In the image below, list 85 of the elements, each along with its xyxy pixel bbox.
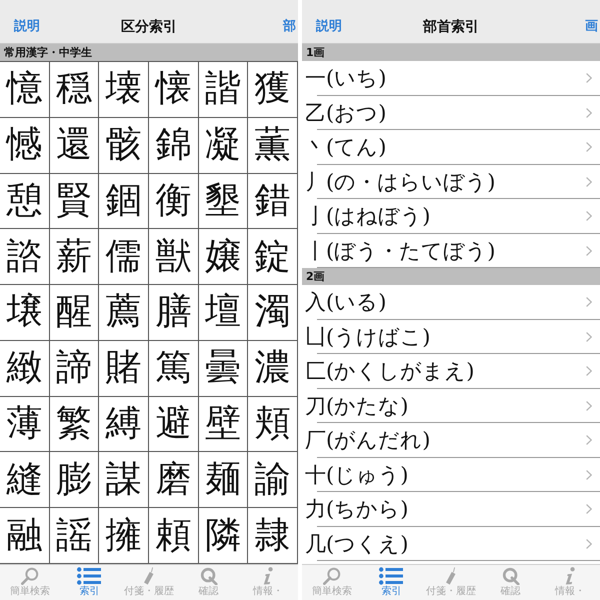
kanji-cell[interactable]: 薪 [50, 229, 100, 286]
kanji-cell[interactable]: 壌 [0, 285, 50, 341]
kanji-cell[interactable]: 諮 [0, 229, 50, 286]
search-icon [322, 567, 341, 585]
search-icon [20, 567, 39, 585]
kanji-cell[interactable]: 諧 [198, 62, 248, 118]
chevron-icon [586, 142, 592, 152]
chevron-icon [586, 297, 592, 308]
kanji-cell[interactable]: 隷 [248, 508, 298, 564]
kanji-cell[interactable]: 避 [149, 396, 199, 452]
kanji-cell[interactable]: 憩 [0, 174, 50, 230]
kanji-cell[interactable]: 薫 [248, 118, 298, 174]
kanji-cell[interactable]: 憾 [0, 118, 50, 174]
kanji-cell[interactable]: 賭 [99, 340, 149, 397]
kanji-cell[interactable]: 獣 [149, 229, 199, 286]
kanji-cell[interactable]: 濃 [248, 340, 298, 397]
kanji-cell[interactable]: 頬 [248, 396, 298, 452]
kanji-cell[interactable]: 融 [0, 508, 50, 564]
kanji-cell[interactable]: 衡 [149, 174, 199, 230]
kanji-cell[interactable]: 錠 [248, 229, 298, 286]
chevron-icon [586, 176, 592, 187]
kanji-cell[interactable]: 錮 [99, 174, 149, 230]
list-icon [379, 567, 404, 585]
kanji-cell[interactable]: 壊 [99, 62, 149, 118]
kanji-cell[interactable]: 篤 [149, 340, 199, 397]
kanji-cell[interactable]: 穏 [50, 62, 100, 118]
kanji-cell[interactable]: 膳 [149, 285, 199, 341]
kanji-cell[interactable]: 隣 [198, 508, 248, 564]
chevron-icon [586, 366, 592, 376]
kanji-cell[interactable]: 磨 [149, 452, 199, 508]
section-header: 2画 [302, 268, 600, 285]
info-icon [564, 567, 576, 585]
kanji-cell[interactable]: 縛 [99, 396, 149, 452]
chevron-icon [586, 73, 592, 84]
kanji-cell[interactable]: 諭 [248, 452, 298, 508]
chevron-icon [586, 435, 592, 446]
kanji-cell[interactable]: 壇 [198, 285, 248, 341]
chevron-icon [586, 108, 592, 118]
screen-title: 区分索引 [121, 18, 177, 36]
kanji-cell[interactable]: 憶 [0, 62, 50, 118]
kanji-cell[interactable]: 緻 [0, 340, 50, 397]
kanji-cell[interactable]: 縫 [0, 452, 50, 508]
kanji-cell[interactable]: 曇 [198, 340, 248, 397]
kanji-cell[interactable]: 薄 [0, 396, 50, 452]
kanji-cell[interactable]: 獲 [248, 62, 298, 118]
q-icon [502, 567, 520, 585]
kanji-cell[interactable]: 賢 [50, 174, 100, 230]
kanji-cell[interactable]: 骸 [99, 118, 149, 174]
kanji-cell[interactable]: 麺 [198, 452, 248, 508]
chevron-icon [586, 538, 592, 549]
kanji-cell[interactable]: 儒 [99, 229, 149, 286]
kanji-cell[interactable]: 醒 [50, 285, 100, 341]
kanji-cell[interactable]: 謀 [99, 452, 149, 508]
kanji-cell[interactable]: 頼 [149, 508, 199, 564]
kanji-cell[interactable]: 膨 [50, 452, 100, 508]
kanji-cell[interactable]: 還 [50, 118, 100, 174]
tab[interactable]: 索引 [362, 565, 422, 600]
chevron-icon [586, 400, 592, 411]
info-icon [262, 567, 274, 585]
kanji-cell[interactable]: 薦 [99, 285, 149, 341]
kanji-cell[interactable]: 嬢 [198, 229, 248, 286]
kanji-cell[interactable]: 謡 [50, 508, 100, 564]
chevron-icon [586, 246, 592, 256]
q-icon [200, 567, 218, 585]
tab[interactable]: 索引 [60, 565, 120, 600]
kanji-cell[interactable]: 凝 [198, 118, 248, 174]
chevron-icon [586, 211, 592, 222]
chevron-icon [586, 332, 592, 342]
kanji-cell[interactable]: 繁 [50, 396, 100, 452]
kanji-cell[interactable]: 錦 [149, 118, 199, 174]
chevron-icon [586, 504, 592, 514]
list-icon [77, 567, 102, 585]
kanji-cell[interactable]: 濁 [248, 285, 298, 341]
tag-icon [142, 567, 156, 585]
chevron-icon [586, 470, 592, 480]
tag-icon [444, 567, 458, 585]
kanji-cell[interactable]: 墾 [198, 174, 248, 230]
section-header: 1画 [302, 44, 600, 61]
kanji-cell[interactable]: 懐 [149, 62, 199, 118]
kanji-cell[interactable]: 諦 [50, 340, 100, 397]
kanji-cell[interactable]: 擁 [99, 508, 149, 564]
kanji-cell[interactable]: 錯 [248, 174, 298, 230]
screen-title: 部首索引 [423, 18, 479, 36]
kanji-cell[interactable]: 壁 [198, 396, 248, 452]
section-header: 常用漢字・中学生 [0, 44, 298, 61]
